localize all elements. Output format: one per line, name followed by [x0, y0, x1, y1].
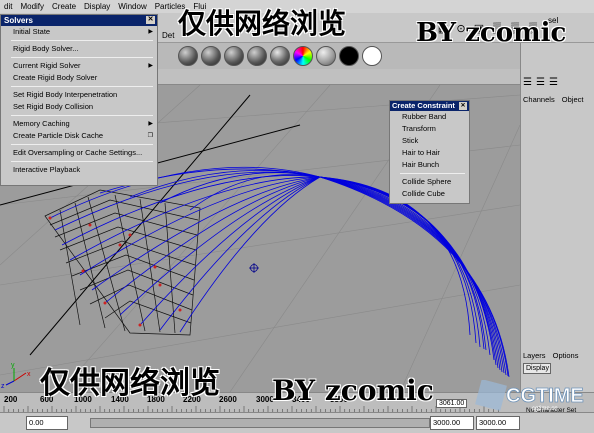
- menu-item-label: Memory Caching: [13, 119, 70, 128]
- menu-item-collide-sphere[interactable]: Collide Sphere: [390, 176, 469, 188]
- solvers-menu-title-text: Solvers: [4, 16, 33, 25]
- watermark-cn-bottom: 仅供网络浏览: [40, 366, 220, 401]
- option-box-icon[interactable]: ❐: [148, 130, 153, 142]
- constraint-menu-title-text: Create Constraint: [392, 101, 455, 110]
- solvers-menu: Solvers ✕ Initial State ▶ Rigid Body Solv…: [0, 14, 158, 186]
- menu-item-initial-state[interactable]: Initial State ▶: [1, 26, 157, 38]
- view-axis-gizmo: x y z: [1, 362, 31, 390]
- panel-toolbar: [156, 69, 520, 85]
- material-ball-2[interactable]: [201, 46, 221, 66]
- watermark-by-bottom: BY zcomic: [272, 374, 434, 407]
- time-tick: 200: [4, 395, 18, 404]
- menu-item-create-rigid-body-solver[interactable]: Create Rigid Body Solver: [1, 72, 157, 84]
- material-ball-1[interactable]: [178, 46, 198, 66]
- submenu-arrow-icon: ▶: [148, 63, 153, 69]
- current-frame-field[interactable]: 3061.00: [436, 399, 468, 408]
- material-ball-black[interactable]: [339, 46, 359, 66]
- menu-item-rubber-band[interactable]: Rubber Band: [390, 111, 469, 123]
- layer-editor: Layers Options Display: [521, 351, 594, 374]
- menu-item-memory-caching[interactable]: Memory Caching ▶: [1, 118, 157, 130]
- menu-window[interactable]: Window: [114, 0, 150, 13]
- watermark-cn-top: 仅供网络浏览: [178, 7, 347, 40]
- menu-item-create-particle-disk-cache[interactable]: Create Particle Disk Cache ❐: [1, 130, 157, 142]
- submenu-arrow-icon: ▶: [148, 29, 153, 35]
- layer-type-dropdown[interactable]: Display: [523, 363, 551, 374]
- tab-channels[interactable]: Channels: [523, 95, 555, 104]
- constraint-menu-title: Create Constraint ✕: [390, 101, 469, 111]
- menu-item-label: Create Particle Disk Cache: [13, 131, 104, 140]
- cgtime-logo-text: CGTIME: [506, 385, 584, 407]
- start-time-field[interactable]: 0.00: [26, 416, 68, 430]
- menu-item-label: Current Rigid Solver: [13, 61, 81, 70]
- cgtime-logo-graphic: CGTIME cgtime.cn: [475, 379, 584, 412]
- close-icon[interactable]: ✕: [459, 102, 467, 110]
- menu-item-set-collision[interactable]: Set Rigid Body Collision: [1, 101, 157, 113]
- watermark-by-top: BY zcomic: [416, 18, 567, 48]
- close-icon[interactable]: ✕: [146, 16, 155, 24]
- menu-item-hair-bunch[interactable]: Hair Bunch: [390, 159, 469, 171]
- menu-item-set-interpenetration[interactable]: Set Rigid Body Interpenetration: [1, 89, 157, 101]
- menu-modify[interactable]: Modify: [16, 0, 48, 13]
- end-time-field[interactable]: 3000.00: [430, 416, 474, 430]
- menu-item-stick[interactable]: Stick: [390, 135, 469, 147]
- menu-divider: [11, 57, 153, 58]
- menu-create[interactable]: Create: [48, 0, 80, 13]
- layer-editor-icon[interactable]: ☰: [536, 77, 545, 88]
- menu-item-current-rigid-solver[interactable]: Current Rigid Solver ▶: [1, 60, 157, 72]
- cgtime-logo: CGTIME cgtime.cn: [474, 379, 594, 412]
- axis-label-z: z: [1, 383, 5, 390]
- menu-item-hair-to-hair[interactable]: Hair to Hair: [390, 147, 469, 159]
- options-menu[interactable]: Options: [553, 351, 579, 360]
- menu-divider: [400, 173, 465, 174]
- material-ball-white[interactable]: [362, 46, 382, 66]
- menu-item-transform[interactable]: Transform: [390, 123, 469, 135]
- channel-box-icon[interactable]: ☰: [523, 77, 532, 88]
- time-tick: 2600: [219, 395, 237, 404]
- menu-item-rigid-body-solver[interactable]: Rigid Body Solver...: [1, 43, 157, 55]
- menu-divider: [11, 40, 153, 41]
- menu-divider: [11, 115, 153, 116]
- material-ball-4[interactable]: [247, 46, 267, 66]
- attribute-editor-icon[interactable]: ☰: [549, 77, 558, 88]
- submenu-arrow-icon: ▶: [148, 121, 153, 127]
- axis-label-x: x: [27, 371, 31, 378]
- menu-item-interactive-playback[interactable]: Interactive Playback: [1, 164, 157, 176]
- menu-item-collide-cube[interactable]: Collide Cube: [390, 188, 469, 200]
- channel-box-tabs: Channels Object: [523, 95, 588, 104]
- menu-divider: [11, 86, 153, 87]
- layer-editor-header: Layers Options: [521, 351, 594, 360]
- cloth-lattice: [44, 189, 201, 336]
- material-ball-rainbow[interactable]: [293, 46, 313, 66]
- solvers-menu-title: Solvers ✕: [1, 15, 157, 26]
- create-constraint-menu: Create Constraint ✕ Rubber Band Transfor…: [389, 100, 470, 204]
- menu-item-label: Initial State: [13, 27, 51, 36]
- range-slider: 0.00 3000.00 3000.00 No Character Set: [0, 407, 594, 433]
- menu-divider: [11, 161, 153, 162]
- axis-label-y: y: [11, 362, 15, 369]
- menu-edit[interactable]: dit: [0, 0, 16, 13]
- material-ball-5[interactable]: [270, 46, 290, 66]
- material-ball-3[interactable]: [224, 46, 244, 66]
- cgtime-logo-url: cgtime.cn: [532, 406, 558, 412]
- layers-menu[interactable]: Layers: [523, 351, 546, 360]
- menu-display[interactable]: Display: [80, 0, 114, 13]
- menu-item-edit-oversampling[interactable]: Edit Oversampling or Cache Settings...: [1, 147, 157, 159]
- playback-end-field[interactable]: 3000.00: [476, 416, 520, 430]
- menu-divider: [11, 144, 153, 145]
- material-ball-grey[interactable]: [316, 46, 336, 66]
- range-slider-track[interactable]: [90, 418, 430, 428]
- channel-box-panel: ☰ ☰ ☰ Channels Object Layers Options Dis…: [520, 43, 594, 392]
- tab-object[interactable]: Object: [562, 95, 584, 104]
- origin-locator: [249, 263, 259, 273]
- shelf-tab-partial[interactable]: Det: [162, 31, 174, 40]
- channel-box-icons: ☰ ☰ ☰: [523, 77, 558, 88]
